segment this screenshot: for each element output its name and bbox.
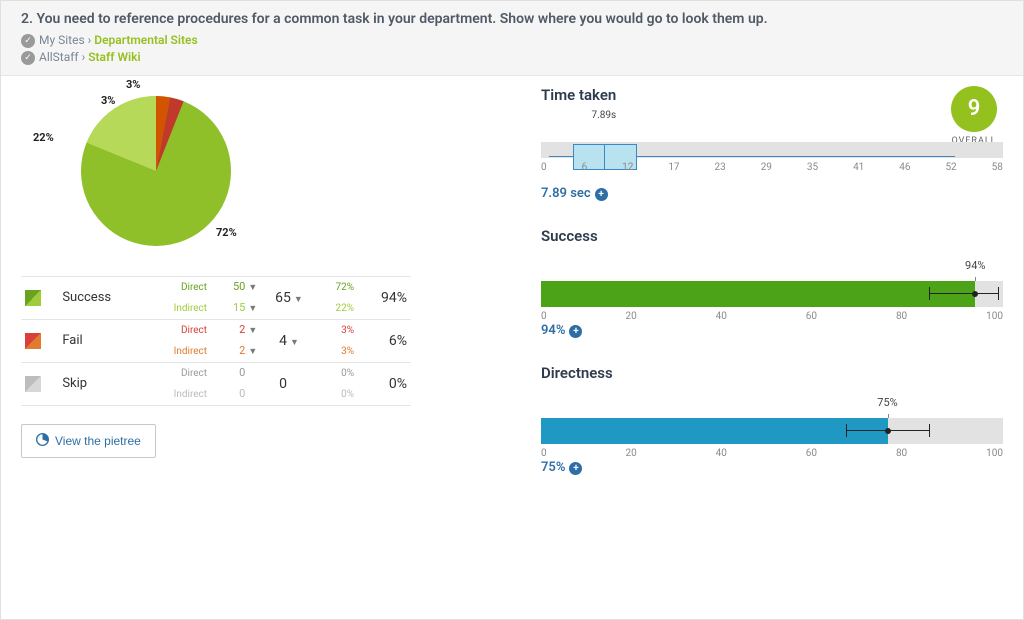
axis-tick: 58 xyxy=(992,162,1003,173)
time-taken-title: Time taken xyxy=(541,86,1003,104)
total-count: 65▼ xyxy=(261,276,316,319)
question-text: 2. You need to reference procedures for … xyxy=(21,11,1003,27)
time-taken-section: Time taken 7.89s 0 6 12 17 23 29 35 41 46 52 58 7.… xyxy=(541,86,1003,201)
filter-icon[interactable]: ▼ xyxy=(248,282,257,295)
view-pietree-label: View the pietree xyxy=(55,434,141,448)
total-count: 0▼ xyxy=(261,362,316,405)
pie-label-3b: 3% xyxy=(126,78,140,91)
check-icon: ✓ xyxy=(21,51,35,65)
pie-svg xyxy=(81,96,231,246)
axis-tick: 0 xyxy=(541,311,547,322)
check-icon: ✓ xyxy=(21,34,35,48)
direct-label: Direct xyxy=(151,281,207,294)
direct-label: Direct xyxy=(151,324,207,337)
question-header: 2. You need to reference procedures for … xyxy=(1,1,1023,76)
swatch xyxy=(25,376,41,392)
total-pct: 94% xyxy=(358,276,411,319)
direct-pct: 0% xyxy=(321,367,354,380)
direct-pct: 3% xyxy=(321,324,354,337)
indirect-label: Indirect xyxy=(151,388,207,401)
directness-section: Directness 75% 0 20 40 60 80 100 75%+ xyxy=(541,364,1003,475)
axis-tick: 52 xyxy=(945,162,956,173)
swatch xyxy=(25,290,41,306)
time-taken-chart: 7.89s 0 6 12 17 23 29 35 41 46 52 58 xyxy=(541,110,1003,186)
path-end[interactable]: Staff Wiki xyxy=(88,50,140,64)
filter-icon[interactable]: ▼ xyxy=(290,337,299,348)
total-pct: 0% xyxy=(358,362,411,405)
success-summary[interactable]: 94%+ xyxy=(541,323,1003,338)
indirect-count: 15▼ xyxy=(215,301,257,316)
directness-title: Directness xyxy=(541,364,1003,382)
time-summary[interactable]: 7.89 sec+ xyxy=(541,186,1003,201)
pie-label-3a: 3% xyxy=(101,94,115,107)
axis-tick: 20 xyxy=(626,448,637,459)
indirect-count: 2▼ xyxy=(215,344,257,359)
axis-tick: 6 xyxy=(582,162,588,173)
success-chart: 94% 0 20 40 60 80 100 xyxy=(541,251,1003,323)
pietree-icon xyxy=(36,433,49,449)
filter-icon[interactable]: ▼ xyxy=(248,303,257,316)
outcome-name: Fail xyxy=(58,319,146,362)
answer-paths: ✓My Sites›Departmental Sites✓AllStaff›St… xyxy=(21,33,1003,65)
axis-tick: 41 xyxy=(853,162,864,173)
expand-icon: + xyxy=(569,325,582,338)
axis-tick: 0 xyxy=(541,162,547,173)
directness-chart: 75% 0 20 40 60 80 100 xyxy=(541,388,1003,460)
indirect-label: Indirect xyxy=(151,345,207,358)
success-title: Success xyxy=(541,227,1003,245)
success-value-label: 94% xyxy=(965,259,985,272)
success-section: Success 94% 0 20 40 60 80 100 94%+ xyxy=(541,227,1003,338)
axis-tick: 40 xyxy=(716,311,727,322)
axis-tick: 60 xyxy=(806,311,817,322)
indirect-label: Indirect xyxy=(151,302,207,315)
directness-value-label: 75% xyxy=(877,396,897,409)
pie-label-72: 72% xyxy=(216,226,237,239)
axis-tick: 29 xyxy=(761,162,772,173)
axis-tick: 20 xyxy=(626,311,637,322)
axis-tick: 46 xyxy=(899,162,910,173)
axis-tick: 80 xyxy=(896,311,907,322)
total-count: 4▼ xyxy=(261,319,316,362)
path-start: AllStaff xyxy=(39,50,79,64)
indirect-count: 0▼ xyxy=(215,387,257,402)
direct-count: 0▼ xyxy=(215,366,257,381)
total-pct: 6% xyxy=(358,319,411,362)
filter-icon[interactable]: ▼ xyxy=(248,325,257,338)
axis-tick: 17 xyxy=(668,162,679,173)
time-tooltip: 7.89s xyxy=(591,110,616,121)
direct-pct: 72% xyxy=(321,281,354,294)
indirect-pct: 3% xyxy=(321,345,354,358)
view-pietree-button[interactable]: View the pietree xyxy=(21,424,156,458)
axis-tick: 60 xyxy=(806,448,817,459)
direct-count: 50▼ xyxy=(215,280,257,295)
directness-summary[interactable]: 75%+ xyxy=(541,460,1003,475)
axis-tick: 0 xyxy=(541,448,547,459)
direct-label: Direct xyxy=(151,367,207,380)
question-number: 2. xyxy=(21,11,33,27)
axis-tick: 12 xyxy=(622,162,633,173)
axis-tick: 100 xyxy=(986,448,1003,459)
indirect-pct: 0% xyxy=(321,388,354,401)
expand-icon: + xyxy=(569,462,582,475)
indirect-pct: 22% xyxy=(321,302,354,315)
question-body: You need to reference procedures for a c… xyxy=(36,11,767,27)
axis-tick: 80 xyxy=(896,448,907,459)
filter-icon[interactable]: ▼ xyxy=(248,346,257,359)
axis-tick: 40 xyxy=(716,448,727,459)
filter-icon[interactable]: ▼ xyxy=(294,294,303,305)
axis-tick: 23 xyxy=(715,162,726,173)
path-end[interactable]: Departmental Sites xyxy=(94,33,197,47)
swatch xyxy=(25,333,41,349)
axis-tick: 35 xyxy=(807,162,818,173)
pie-label-22: 22% xyxy=(33,131,54,144)
outcome-name: Skip xyxy=(58,362,146,405)
direct-count: 2▼ xyxy=(215,323,257,338)
axis-tick: 100 xyxy=(986,311,1003,322)
expand-icon: + xyxy=(595,188,608,201)
outcome-name: Success xyxy=(58,276,146,319)
path-start: My Sites xyxy=(39,33,85,47)
outcome-table: Success Direct 50▼ 65▼ 72% 94% Indirect 15▼ 22% F… xyxy=(21,276,411,406)
pie-chart: 72% 22% 3% 3% xyxy=(21,86,411,266)
